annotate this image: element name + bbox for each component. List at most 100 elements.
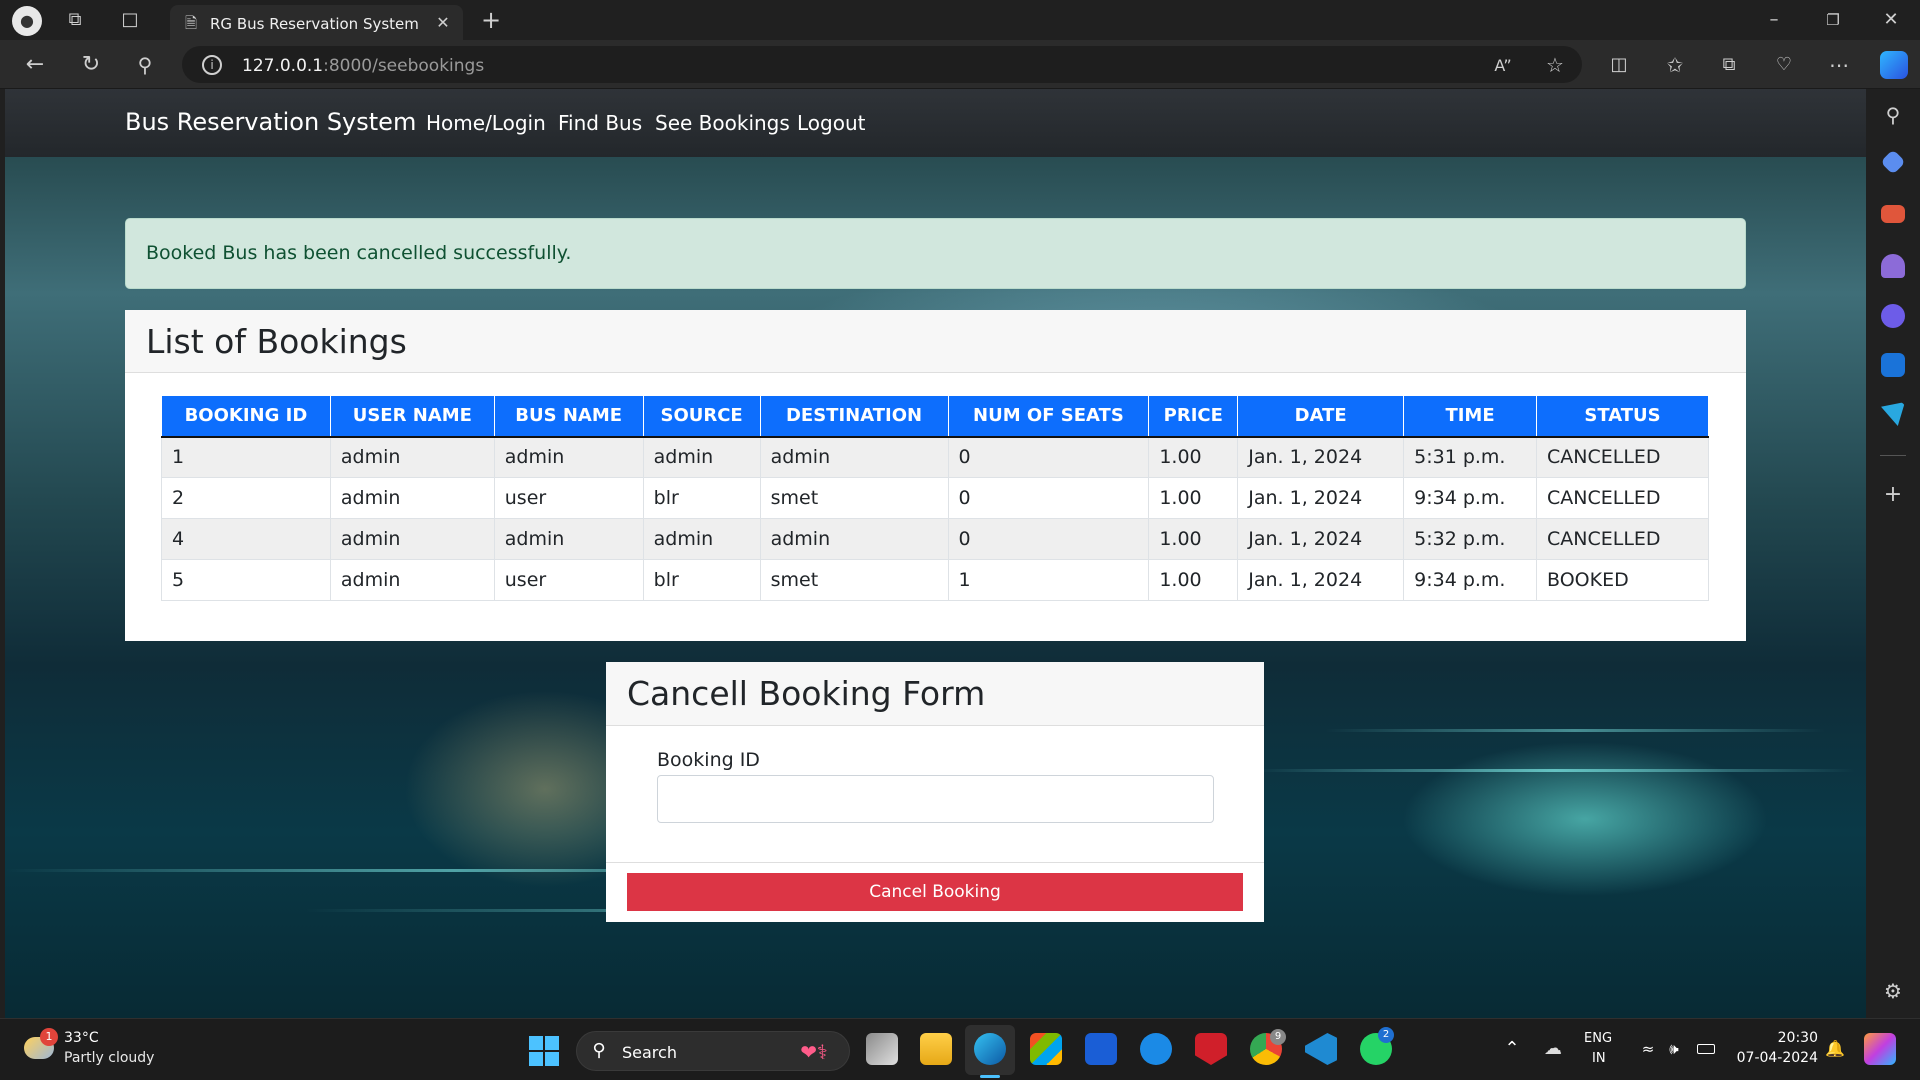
- clock-date: 07-04-2024: [1736, 1050, 1818, 1066]
- close-window-icon[interactable]: ✕: [1880, 9, 1902, 31]
- games-icon[interactable]: [1881, 254, 1905, 278]
- shopping-icon[interactable]: [1880, 149, 1906, 175]
- table-cell: admin: [329, 518, 495, 560]
- table-cell: 1.00: [1148, 436, 1239, 478]
- address-bar[interactable]: i 127.0.0.1:8000/seebookings A” ☆: [182, 46, 1582, 83]
- background-light-streak: [1255, 769, 1855, 772]
- table-cell: CANCELLED: [1536, 436, 1709, 478]
- copilot-icon[interactable]: [1880, 51, 1908, 79]
- column-header: DATE: [1237, 395, 1405, 438]
- add-sidebar-icon[interactable]: +: [1881, 483, 1905, 507]
- more-options-icon[interactable]: ⋯: [1827, 53, 1851, 77]
- onedrive-icon[interactable]: ☁: [1542, 1039, 1564, 1059]
- url-text[interactable]: 127.0.0.1:8000/seebookings: [242, 56, 484, 76]
- table-cell: Jan. 1, 2024: [1237, 477, 1405, 519]
- windows-logo-tile: [529, 1036, 543, 1050]
- brand-title[interactable]: Bus Reservation System: [125, 108, 416, 136]
- table-row: 2 admin user blr smet 0 1.00 Jan. 1, 202…: [161, 477, 1709, 519]
- cancel-booking-button[interactable]: Cancel Booking: [627, 873, 1243, 911]
- taskbar-search-label: Search: [622, 1043, 677, 1062]
- sidebar-search-icon[interactable]: ⚲: [1881, 103, 1905, 127]
- search-icon[interactable]: ⚲: [132, 52, 158, 78]
- favorites-icon[interactable]: ✩: [1663, 53, 1687, 77]
- myhp-icon[interactable]: [1085, 1033, 1117, 1065]
- tools-icon[interactable]: [1881, 205, 1905, 223]
- whatsapp-badge: 2: [1378, 1027, 1394, 1043]
- table-cell: 2: [161, 477, 331, 519]
- table-cell: smet: [759, 559, 949, 601]
- notification-bell-icon[interactable]: 🔔: [1825, 1039, 1845, 1059]
- copilot-sidebar-icon[interactable]: [1881, 304, 1905, 328]
- copilot-taskbar-icon[interactable]: [1864, 1033, 1896, 1065]
- table-cell: admin: [493, 518, 644, 560]
- active-app-indicator: [980, 1075, 1000, 1078]
- table-cell: 1.00: [1148, 518, 1239, 560]
- edge-browser-icon[interactable]: [974, 1033, 1006, 1065]
- table-cell: 1: [161, 436, 331, 478]
- taskbar-search-box[interactable]: ⚲ Search ❤⚕: [576, 1031, 850, 1071]
- restore-icon[interactable]: ❐: [1822, 9, 1844, 31]
- bookings-card: List of Bookings BOOKING ID USER NAME BU…: [125, 310, 1746, 641]
- windows-logo-tile: [545, 1036, 559, 1050]
- url-path: :8000/seebookings: [323, 56, 485, 76]
- drop-icon[interactable]: [1881, 402, 1905, 426]
- nav-see-bookings[interactable]: See Bookings: [655, 111, 790, 135]
- sidebar-settings-icon[interactable]: ⚙: [1881, 979, 1905, 1003]
- microsoft-store-icon[interactable]: [1030, 1033, 1062, 1065]
- read-aloud-icon[interactable]: A”: [1492, 55, 1514, 77]
- language-indicator[interactable]: ENG IN: [1582, 1029, 1622, 1071]
- browser-essentials-icon[interactable]: ♡: [1772, 53, 1796, 77]
- nav-home-login[interactable]: Home/Login: [426, 111, 546, 135]
- windows-logo-tile: [545, 1052, 559, 1066]
- form-footer-divider: [606, 862, 1264, 863]
- booking-id-input[interactable]: [657, 775, 1214, 823]
- table-cell: 0: [947, 518, 1150, 560]
- edge-sidebar: ⚲ + ⚙: [1866, 89, 1920, 1018]
- volume-icon[interactable]: 🕪: [1664, 1039, 1684, 1059]
- wifi-icon[interactable]: ≈: [1638, 1039, 1658, 1059]
- table-cell: 0: [947, 477, 1150, 519]
- tray-chevron-icon[interactable]: ⌃: [1502, 1039, 1522, 1059]
- favorite-star-icon[interactable]: ☆: [1544, 54, 1566, 76]
- table-cell: user: [493, 477, 644, 519]
- battery-icon[interactable]: [1697, 1044, 1715, 1054]
- mcafee-icon[interactable]: [1195, 1033, 1227, 1065]
- profile-icon[interactable]: ●: [12, 6, 42, 36]
- split-screen-icon[interactable]: ◫: [1607, 53, 1631, 77]
- task-view-icon[interactable]: [866, 1033, 898, 1065]
- column-header: USER NAME: [329, 395, 495, 438]
- start-button[interactable]: [529, 1036, 559, 1066]
- browser-tab[interactable]: 🗎 RG Bus Reservation System ✕: [170, 5, 463, 40]
- weather-temp: 33°C: [64, 1030, 99, 1046]
- table-cell: Jan. 1, 2024: [1237, 559, 1405, 601]
- workspaces-icon[interactable]: ⧉: [64, 9, 86, 31]
- collections-icon[interactable]: ⧉: [1717, 53, 1741, 77]
- minimize-icon[interactable]: –: [1763, 9, 1785, 31]
- help-icon[interactable]: [1140, 1033, 1172, 1065]
- back-icon[interactable]: ←: [22, 52, 48, 78]
- windows-logo-tile: [529, 1052, 543, 1066]
- table-cell: CANCELLED: [1536, 518, 1709, 560]
- clock[interactable]: 20:30 07-04-2024: [1732, 1028, 1822, 1072]
- column-header: TIME: [1403, 395, 1537, 438]
- close-tab-icon[interactable]: ✕: [434, 14, 452, 32]
- new-tab-icon[interactable]: +: [479, 8, 503, 32]
- column-header: BOOKING ID: [161, 395, 331, 438]
- table-cell: 0: [947, 436, 1150, 478]
- bookings-title: List of Bookings: [146, 322, 407, 361]
- tab-actions-icon[interactable]: □: [119, 9, 141, 31]
- refresh-icon[interactable]: ↻: [78, 52, 104, 78]
- background-light-streak: [1325, 729, 1825, 732]
- file-explorer-icon[interactable]: [920, 1033, 952, 1065]
- vscode-icon[interactable]: [1305, 1033, 1337, 1065]
- outlook-icon[interactable]: [1881, 353, 1905, 377]
- site-info-icon[interactable]: i: [202, 55, 222, 75]
- table-cell: 4: [161, 518, 331, 560]
- nav-logout[interactable]: Logout: [797, 111, 865, 135]
- column-header: NUM OF SEATS: [947, 395, 1150, 438]
- weather-widget[interactable]: 1 33°C Partly cloudy: [20, 1027, 180, 1073]
- table-cell: 1.00: [1148, 477, 1239, 519]
- nav-find-bus[interactable]: Find Bus: [558, 111, 642, 135]
- column-header: PRICE: [1148, 395, 1239, 438]
- page-icon: 🗎: [184, 13, 198, 32]
